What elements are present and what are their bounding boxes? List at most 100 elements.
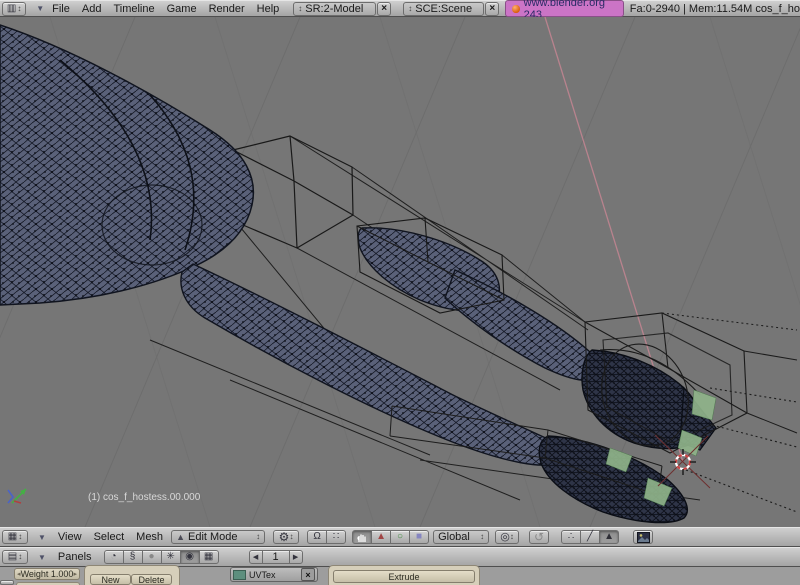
rotate-circle-icon: ○	[397, 532, 403, 542]
shading-icon: ●	[149, 552, 155, 562]
buttons-editor-icon: ▤	[8, 552, 17, 562]
scene-name: SCE:Scene	[415, 3, 472, 15]
menu-help[interactable]: Help	[257, 3, 280, 15]
header-collapse-icon[interactable]: ▼	[38, 553, 46, 562]
top-header: ▥ ↕ ▼ File Add Timeline Game Render Help…	[0, 0, 800, 17]
frame-number-field[interactable]: 1	[262, 550, 290, 564]
orientation-selector[interactable]: Global ↕	[433, 530, 489, 544]
omega-icon: Ω	[313, 532, 320, 542]
buttons-header: ▤ ↕ ▼ Panels ◔ § ● ✳ ◉ ▦	[0, 547, 800, 567]
extrude-button[interactable]: Extrude	[333, 570, 475, 583]
layers-button[interactable]: ∷	[326, 530, 346, 544]
context-shading-button[interactable]: ●	[142, 550, 162, 564]
menu-file[interactable]: File	[52, 3, 70, 15]
combo-arrows-icon: ↕	[408, 5, 412, 13]
vertex-select-icon: ∴	[568, 532, 574, 542]
menu-view[interactable]: View	[58, 531, 82, 543]
buttons-editor-type-button[interactable]: ▤ ↕	[2, 550, 28, 564]
menu-game[interactable]: Game	[167, 3, 197, 15]
menu-mesh[interactable]: Mesh	[136, 531, 163, 543]
active-object-label: (1) cos_f_hostess.00.000	[88, 492, 201, 503]
render-preview-button[interactable]	[633, 530, 653, 544]
weight-value: Weight 1.000	[21, 569, 74, 579]
proportional-falloff-icon: ↺	[534, 531, 544, 543]
clipped-editor-button[interactable]	[0, 580, 14, 585]
3d-viewport[interactable]: (1) cos_f_hostess.00.000	[0, 17, 800, 527]
window-type-button[interactable]: ▥ ↕	[2, 2, 26, 16]
blender-app-icon: ▥	[7, 4, 16, 14]
select-mode-face-button[interactable]: ▲	[599, 530, 619, 544]
draw-type-button[interactable]: ⚙ ↕	[273, 530, 299, 544]
menu-add[interactable]: Add	[82, 3, 102, 15]
pivot-icon: ◎	[500, 532, 510, 543]
viewport-header: ▦ ↕ ▼ View Select Mesh ▲ Edit Mode ↕ ⚙ ↕…	[0, 527, 800, 547]
mode-value: Edit Mode	[188, 531, 238, 543]
proportional-edit-button[interactable]: ↺	[529, 530, 549, 544]
logic-icon: ◔	[111, 552, 117, 562]
uvtex-label: UVTex	[249, 570, 276, 580]
context-editing-button[interactable]: ◉	[180, 550, 200, 564]
combo-arrows-icon: ↕	[18, 533, 22, 541]
edit-mode-icon: ▲	[176, 533, 185, 542]
combo-arrows-icon: ↕	[480, 533, 484, 541]
scene-selector[interactable]: ↕ SCE:Scene	[403, 2, 484, 16]
orientation-value: Global	[438, 531, 470, 543]
object-icon: ✳	[166, 552, 174, 562]
manipulator-rotate-button[interactable]: ○	[390, 530, 410, 544]
menu-render[interactable]: Render	[209, 3, 245, 15]
menu-timeline[interactable]: Timeline	[113, 3, 154, 15]
frame-step-forward-button[interactable]: ▶	[289, 550, 303, 564]
manipulator-translate-button[interactable]: ▲	[371, 530, 391, 544]
context-script-button[interactable]: §	[123, 550, 143, 564]
header-collapse-icon[interactable]: ▼	[38, 533, 46, 542]
uvtex-delete-button[interactable]: ×	[301, 568, 315, 581]
link-dot-icon	[512, 5, 519, 13]
manipulator-scale-button[interactable]: ■	[409, 530, 429, 544]
header-collapse-icon[interactable]: ▼	[36, 4, 44, 13]
combo-arrows-icon: ↕	[289, 533, 293, 541]
manipulator-hand-button[interactable]	[352, 530, 372, 544]
screen-selector[interactable]: ↕ SR:2-Model	[293, 2, 376, 16]
vertex-group-new-button[interactable]: New	[90, 574, 131, 585]
screen-name: SR:2-Model	[305, 3, 363, 15]
context-object-button[interactable]: ✳	[161, 550, 181, 564]
stats-text: Fa:0-2940 | Mem:11.54M cos_f_ho	[630, 3, 800, 15]
face-select-icon: ▲	[604, 532, 614, 542]
vertex-group-delete-button[interactable]: Delete	[131, 574, 172, 585]
image-icon	[637, 532, 650, 543]
screen-close-button[interactable]: ×	[377, 2, 391, 16]
3d-view-editor-icon: ▦	[8, 532, 17, 542]
new-label: New	[101, 575, 119, 585]
scale-square-icon: ■	[416, 532, 422, 542]
editing-icon: ◉	[185, 552, 194, 562]
combo-arrows-icon: ↕	[298, 5, 302, 13]
scene-icon: ▦	[204, 552, 213, 562]
scene-close-button[interactable]: ×	[485, 2, 499, 16]
hand-icon	[356, 531, 368, 543]
buttons-panel-area: ◂ Weight 1.000 ▸ New Delete UVTex × Extr…	[0, 567, 800, 585]
select-mode-edge-button[interactable]: ╱	[580, 530, 600, 544]
combo-arrows-icon: ↕	[510, 533, 514, 541]
blender-link-button[interactable]: www.blender.org 243	[505, 0, 623, 17]
context-scene-button[interactable]: ▦	[199, 550, 219, 564]
menu-select[interactable]: Select	[94, 531, 125, 543]
delete-label: Delete	[138, 575, 164, 585]
script-icon: §	[130, 552, 136, 562]
step-right-icon: ▶	[293, 554, 298, 561]
combo-arrows-icon: ↕	[17, 5, 21, 13]
viewport-editor-type-button[interactable]: ▦ ↕	[2, 530, 28, 544]
pivot-point-button[interactable]: ◎ ↕	[495, 530, 519, 544]
uvtex-color-swatch[interactable]	[233, 570, 246, 580]
panels-menu[interactable]: Panels	[58, 551, 92, 563]
weight-slider[interactable]: ◂ Weight 1.000 ▸	[14, 568, 80, 580]
dots-grid-icon: ∷	[333, 532, 339, 542]
frame-step-back-button[interactable]: ◀	[249, 550, 263, 564]
mode-selector[interactable]: ▲ Edit Mode ↕	[171, 530, 265, 544]
uvtex-name-field[interactable]: UVTex ×	[230, 567, 318, 582]
rotation-mode-button[interactable]: Ω	[307, 530, 327, 544]
blender-window: ▥ ↕ ▼ File Add Timeline Game Render Help…	[0, 0, 800, 585]
context-logic-button[interactable]: ◔	[104, 550, 124, 564]
translate-triangle-icon: ▲	[376, 532, 386, 542]
select-mode-vertex-button[interactable]: ∴	[561, 530, 581, 544]
slider-right-icon[interactable]: ▸	[73, 570, 77, 578]
